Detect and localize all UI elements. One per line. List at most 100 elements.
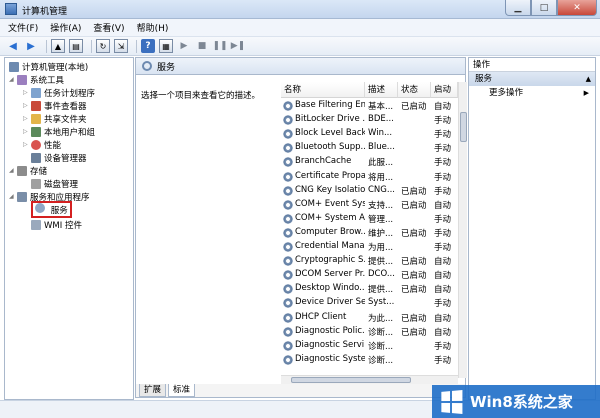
cell-desc: 诊断... bbox=[368, 355, 394, 366]
table-row[interactable]: Device Driver Se...Syst... 手动 bbox=[281, 296, 458, 310]
vertical-scrollbar[interactable] bbox=[458, 82, 467, 378]
cell-name: Base Filtering En... bbox=[295, 100, 365, 110]
disk-icon bbox=[31, 178, 41, 189]
services-pane: 选择一个项目来查看它的描述。 名称 描述 状态 启动 Base Filterin… bbox=[135, 75, 467, 384]
tree-item-label: WMI 控件 bbox=[44, 220, 82, 231]
tree-item-shared-folders[interactable]: ▷ 共享文件夹 bbox=[23, 112, 87, 125]
expand-icon[interactable]: ▷ bbox=[23, 128, 31, 135]
table-row[interactable]: Desktop Windo... 提供... 已启动 自动 bbox=[281, 282, 458, 296]
tree-item-device-manager[interactable]: 设备管理器 bbox=[31, 151, 87, 164]
back-icon[interactable]: ◀ bbox=[6, 39, 20, 53]
scroll-thumb[interactable] bbox=[291, 377, 411, 383]
column-header-startup[interactable]: 启动 bbox=[431, 82, 458, 98]
tree-item-task-scheduler[interactable]: ▷ 任务计划程序 bbox=[23, 86, 95, 99]
expand-icon[interactable]: ▷ bbox=[23, 89, 31, 96]
up-folder-icon[interactable]: ▲ bbox=[51, 39, 65, 53]
tree-item-label: 系统工具 bbox=[30, 75, 65, 86]
watermark: Win8系统之家 bbox=[432, 385, 600, 418]
horizontal-scrollbar[interactable] bbox=[281, 375, 458, 384]
maximize-button[interactable]: □ bbox=[531, 0, 557, 16]
restart-service-icon[interactable]: ▶❚ bbox=[231, 39, 245, 53]
show-hide-tree-icon[interactable]: ▤ bbox=[69, 39, 83, 53]
table-row[interactable]: Bluetooth Supp... Blue... 手动 bbox=[281, 141, 458, 155]
column-header-name[interactable]: 名称 bbox=[281, 82, 365, 98]
table-row[interactable]: DCOM Server Pr... DCO... 已启动 自动 bbox=[281, 268, 458, 282]
collapse-icon[interactable]: ◢ bbox=[9, 167, 17, 174]
export-list-icon[interactable]: ⇲ bbox=[114, 39, 128, 53]
table-row[interactable]: DHCP Client 为此... 已启动 自动 bbox=[281, 311, 458, 325]
cell-desc: 提供... bbox=[368, 257, 394, 268]
cell-start: 自动 bbox=[434, 285, 452, 296]
cell-desc: 诊断... bbox=[368, 327, 394, 338]
table-row[interactable]: Diagnostic Polic... 诊断... 已启动 自动 bbox=[281, 325, 458, 339]
storage-icon bbox=[17, 165, 27, 176]
tree-item-performance[interactable]: ▷ 性能 bbox=[23, 138, 61, 151]
table-row[interactable]: Diagnostic Syste...诊断... 手动 bbox=[281, 353, 458, 367]
table-row[interactable]: Cryptographic S... 提供... 已启动 自动 bbox=[281, 254, 458, 268]
expand-icon[interactable]: ▷ bbox=[23, 141, 31, 148]
more-actions-item[interactable]: 更多操作 ▶ bbox=[469, 86, 595, 100]
minimize-button[interactable]: ▁ bbox=[505, 0, 531, 16]
table-row[interactable]: Diagnostic Servi... 诊断... 手动 bbox=[281, 339, 458, 353]
tree-item-services[interactable]: 服务 bbox=[31, 201, 72, 218]
tree-root[interactable]: 计算机管理(本地) bbox=[9, 60, 88, 73]
wmi-icon bbox=[31, 219, 41, 230]
cell-status: 已启动 bbox=[401, 313, 427, 324]
tab-extended[interactable]: 扩展 bbox=[139, 384, 167, 397]
tree-item-local-users[interactable]: ▷ 本地用户和组 bbox=[23, 125, 95, 138]
scroll-thumb[interactable] bbox=[460, 112, 467, 142]
table-row[interactable]: Credential Mana... 为用... 手动 bbox=[281, 240, 458, 254]
actions-section-services[interactable]: 服务 ▲ bbox=[469, 72, 595, 86]
column-header-description[interactable]: 描述 bbox=[365, 82, 398, 98]
column-header-status[interactable]: 状态 bbox=[398, 82, 431, 98]
tree-item-storage[interactable]: ◢ 存储 bbox=[9, 164, 47, 177]
tab-standard[interactable]: 标准 bbox=[168, 384, 196, 397]
tree-item-event-viewer[interactable]: ▷ 事件查看器 bbox=[23, 99, 87, 112]
menu-file[interactable]: 文件(F) bbox=[8, 21, 38, 34]
start-service-icon[interactable]: ▶ bbox=[177, 39, 191, 53]
collapse-icon[interactable]: ▲ bbox=[586, 72, 591, 86]
tree-item-wmi[interactable]: WMI 控件 bbox=[31, 218, 82, 231]
expand-icon[interactable]: ▷ bbox=[23, 115, 31, 122]
cell-name: CNG Key Isolation bbox=[295, 184, 365, 195]
cell-start: 自动 bbox=[434, 257, 452, 268]
cell-desc: Blue... bbox=[368, 142, 395, 153]
toolbar: ◀ ▶ ▲ ▤ ↻ ⇲ ? ▦ ▶ ■ ❚❚ ▶❚ bbox=[0, 37, 600, 56]
cell-name: BitLocker Drive ... bbox=[295, 114, 365, 125]
table-row[interactable]: Block Level Back...Win... 手动 bbox=[281, 127, 458, 141]
collapse-icon[interactable]: ◢ bbox=[9, 193, 17, 200]
tree-item-system-tools[interactable]: ◢ 系统工具 bbox=[9, 73, 64, 86]
window-title: 计算机管理 bbox=[22, 7, 68, 17]
table-row[interactable]: Certificate Propa...将用... 手动 bbox=[281, 170, 458, 184]
cell-name: Diagnostic Polic... bbox=[295, 325, 365, 336]
menu-help[interactable]: 帮助(H) bbox=[137, 21, 169, 34]
table-row[interactable]: CNG Key Isolation CNG... 已启动 手动 bbox=[281, 184, 458, 198]
cell-name: DHCP Client bbox=[295, 311, 347, 322]
menu-view[interactable]: 查看(V) bbox=[93, 21, 124, 34]
help-icon[interactable]: ? bbox=[141, 39, 155, 53]
close-button[interactable]: ✕ bbox=[557, 0, 597, 16]
cell-desc: DCO... bbox=[368, 269, 395, 280]
forward-icon[interactable]: ▶ bbox=[24, 39, 38, 53]
refresh-icon[interactable]: ↻ bbox=[96, 39, 110, 53]
service-gear-icon bbox=[283, 213, 293, 224]
expand-icon[interactable]: ▷ bbox=[23, 102, 31, 109]
cell-desc: 提供... bbox=[368, 285, 394, 296]
table-row[interactable]: BranchCache 此服... 手动 bbox=[281, 155, 458, 169]
table-row[interactable]: COM+ Event Sys...支持... 已启动自动 bbox=[281, 198, 458, 212]
pause-service-icon[interactable]: ❚❚ bbox=[212, 39, 227, 53]
properties-icon[interactable]: ▦ bbox=[159, 39, 173, 53]
stop-service-icon[interactable]: ■ bbox=[195, 39, 209, 53]
service-gear-icon bbox=[283, 101, 293, 111]
collapse-icon[interactable]: ◢ bbox=[9, 76, 17, 83]
cell-start: 自动 bbox=[434, 327, 452, 338]
menu-action[interactable]: 操作(A) bbox=[50, 21, 81, 34]
actions-pane: 操作 服务 ▲ 更多操作 ▶ bbox=[468, 57, 596, 400]
table-row[interactable]: Base Filtering En...基本... 已启动自动 bbox=[281, 99, 458, 113]
tree-item-disk-management[interactable]: 磁盘管理 bbox=[31, 177, 78, 190]
cell-start: 手动 bbox=[434, 116, 452, 127]
cell-name: Diagnostic Servi... bbox=[295, 339, 365, 350]
table-row[interactable]: Computer Brow... 维护... 已启动 手动 bbox=[281, 226, 458, 240]
table-row[interactable]: BitLocker Drive ... BDE... 手动 bbox=[281, 113, 458, 127]
table-row[interactable]: COM+ System A...管理... 手动 bbox=[281, 212, 458, 226]
